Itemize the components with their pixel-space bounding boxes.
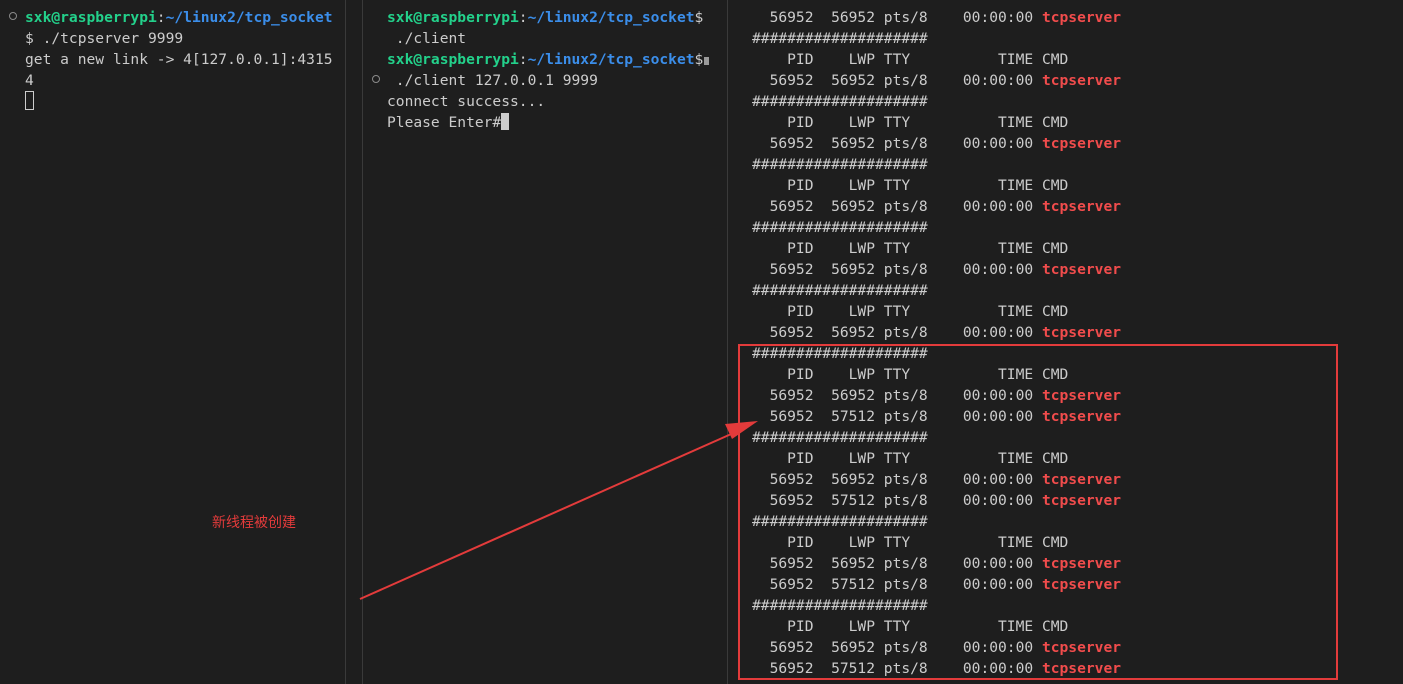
ps-row: 56952 56952 pts/8 00:00:00 tcpserver (752, 322, 1121, 343)
ps-row: 56952 56952 pts/8 00:00:00 tcpserver (752, 259, 1121, 280)
ps-row-fields: 56952 56952 pts/8 00:00:00 (752, 261, 1042, 278)
process-name: tcpserver (1041, 324, 1122, 341)
input-line[interactable]: Please Enter# (387, 112, 709, 133)
ps-header: PID LWP TTY TIME CMD (752, 177, 1069, 194)
ps-header: PID LWP TTY TIME CMD (752, 51, 1069, 68)
prompt-path: ~/linux2/tcp_socket (165, 9, 333, 26)
process-name: tcpserver (1041, 261, 1122, 278)
ps-row: 56952 56952 pts/8 00:00:00 tcpserver (752, 133, 1121, 154)
prompt-dollar: $ (694, 9, 704, 26)
scroll-marker (704, 57, 710, 65)
prompt-dollar: $ (694, 51, 704, 68)
output-line: connect success... (387, 93, 546, 110)
annotation-label: 新线程被创建 (212, 515, 296, 531)
command-line: ./client (387, 30, 467, 47)
terminal-cursor (25, 91, 34, 110)
output-line: 4 (25, 72, 34, 89)
terminal-pane-client[interactable]: sxk@raspberrypi:~/linux2/tcp_socket$ ./c… (363, 0, 727, 684)
ps-row-fields: 56952 56952 pts/8 00:00:00 (752, 9, 1042, 26)
terminal-output: sxk@raspberrypi:~/linux2/tcp_socket$ ./c… (387, 7, 710, 133)
separator-line: #################### (752, 156, 928, 173)
prompt-path: ~/linux2/tcp_socket (527, 51, 695, 68)
ps-row: 56952 56952 pts/8 00:00:00 tcpserver (752, 7, 1121, 28)
process-name: tcpserver (1041, 135, 1122, 152)
separator-line: #################### (752, 30, 928, 47)
ps-header: PID LWP TTY TIME CMD (752, 303, 1069, 320)
ps-row: 56952 56952 pts/8 00:00:00 tcpserver (752, 196, 1121, 217)
prompt-user: sxk@raspberrypi (387, 9, 519, 26)
separator-line: #################### (752, 93, 928, 110)
output-line: get a new link -> 4[127.0.0.1]:4315 (25, 51, 333, 68)
terminal-output: sxk@raspberrypi:~/linux2/tcp_socket $ ./… (25, 7, 333, 112)
cursor-line (25, 91, 333, 112)
prompt-colon: : (518, 51, 528, 68)
ps-header: PID LWP TTY TIME CMD (752, 114, 1069, 131)
process-name: tcpserver (1041, 198, 1122, 215)
command-line: ./client 127.0.0.1 9999 (387, 72, 598, 89)
ps-header: PID LWP TTY TIME CMD (752, 240, 1069, 257)
prompt-line: sxk@raspberrypi:~/linux2/tcp_socket$ (387, 7, 709, 28)
highlight-box (738, 344, 1338, 680)
process-name: tcpserver (1041, 9, 1122, 26)
circle-icon (9, 12, 17, 20)
prompt-user: sxk@raspberrypi (387, 51, 519, 68)
prompt-colon: : (156, 9, 166, 26)
prompt-user: sxk@raspberrypi (25, 9, 157, 26)
prompt-path: ~/linux2/tcp_socket (527, 9, 695, 26)
input-prompt: Please Enter# (387, 114, 502, 131)
prompt-line: sxk@raspberrypi:~/linux2/tcp_socket$ (387, 49, 710, 70)
terminal-cursor (501, 113, 510, 130)
ps-row-fields: 56952 56952 pts/8 00:00:00 (752, 72, 1042, 89)
prompt-line: sxk@raspberrypi:~/linux2/tcp_socket (25, 7, 333, 28)
ps-row-fields: 56952 56952 pts/8 00:00:00 (752, 135, 1042, 152)
ps-row-fields: 56952 56952 pts/8 00:00:00 (752, 324, 1042, 341)
pane-divider[interactable] (345, 0, 346, 684)
ps-row-fields: 56952 56952 pts/8 00:00:00 (752, 198, 1042, 215)
prompt-colon: : (518, 9, 528, 26)
ps-row: 56952 56952 pts/8 00:00:00 tcpserver (752, 70, 1121, 91)
process-name: tcpserver (1041, 72, 1122, 89)
circle-icon (372, 75, 380, 83)
command-line: $ ./tcpserver 9999 (25, 30, 184, 47)
separator-line: #################### (752, 282, 928, 299)
terminal-pane-server[interactable]: sxk@raspberrypi:~/linux2/tcp_socket $ ./… (0, 0, 345, 684)
separator-line: #################### (752, 219, 928, 236)
